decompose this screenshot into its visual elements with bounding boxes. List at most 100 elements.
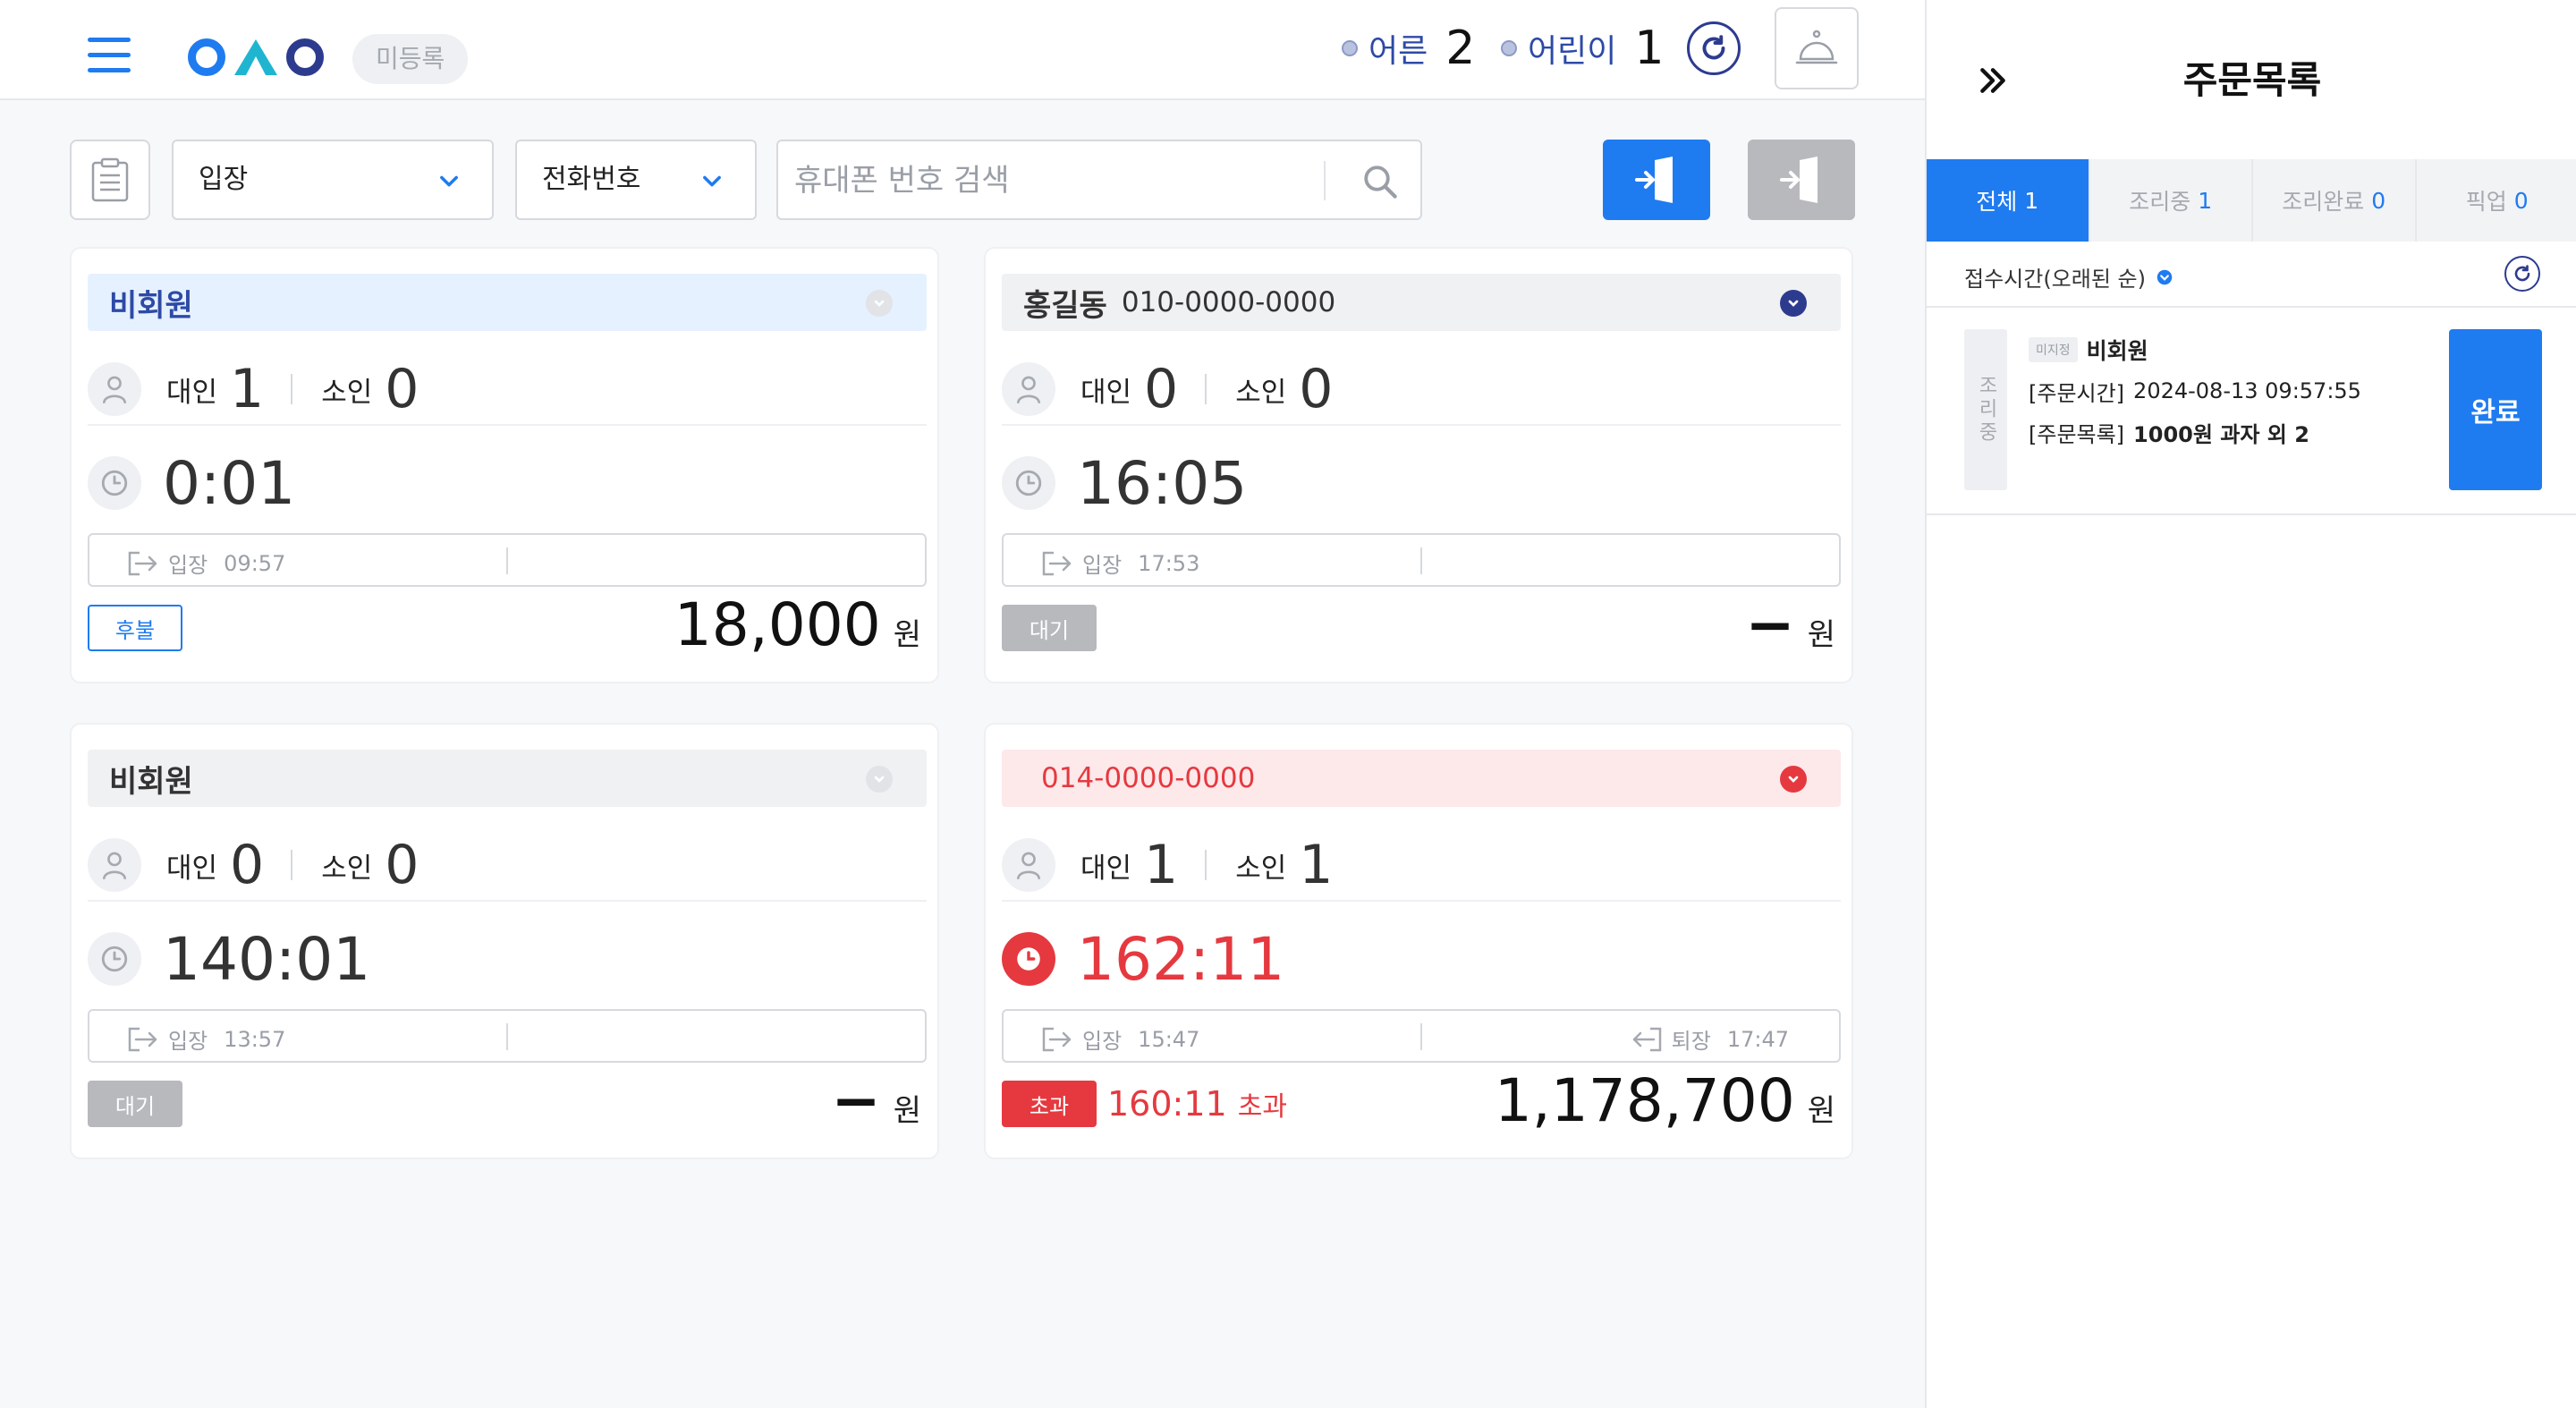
people-row: 대인 1 소인 1 bbox=[1002, 830, 1841, 902]
child-count: 1 bbox=[1299, 834, 1334, 896]
adult-label: 대인 bbox=[1080, 376, 1132, 409]
amount: 1,178,700 원 bbox=[1495, 1066, 1835, 1135]
chevron-down-icon[interactable] bbox=[866, 290, 893, 317]
refresh-button[interactable] bbox=[1687, 21, 1741, 75]
unregistered-badge[interactable]: 미등록 bbox=[352, 34, 469, 84]
phone-search-box bbox=[776, 140, 1422, 220]
complete-button[interactable]: 완료 bbox=[2449, 329, 2542, 490]
visitor-card[interactable]: 비회원 대인 0 소인 0 140:01 입장 13:57 대기 − 원 bbox=[70, 723, 939, 1159]
chevron-down-icon[interactable] bbox=[866, 766, 893, 793]
tab-count: 1 bbox=[2198, 187, 2213, 214]
order-time: 2024-08-13 09:57:55 bbox=[2133, 378, 2361, 403]
order-state-badge: 조리중 bbox=[1964, 329, 2007, 490]
status-badge: 대기 bbox=[1002, 605, 1097, 651]
sort-select[interactable]: 접수시간(오래된 순) bbox=[1964, 261, 2173, 293]
adult-label: 대인 bbox=[1080, 852, 1132, 885]
refresh-icon bbox=[1702, 35, 1725, 60]
status-badge: 후불 bbox=[88, 605, 182, 651]
currency-label: 원 bbox=[893, 1093, 921, 1129]
child-label: 소인 bbox=[1235, 852, 1287, 885]
currency-label: 원 bbox=[1807, 1093, 1835, 1129]
check-in-button[interactable] bbox=[1603, 140, 1710, 220]
search-type-select[interactable]: 전화번호 bbox=[515, 140, 757, 220]
filter-select[interactable]: 입장 bbox=[172, 140, 494, 220]
entry-exit-box: 입장 09:57 bbox=[88, 533, 927, 587]
card-title: 비회원 bbox=[109, 763, 193, 800]
tab-cooked[interactable]: 조리완료 0 bbox=[2253, 159, 2417, 242]
adult-count: 0 bbox=[1144, 358, 1179, 420]
order-tabs: 전체 1 조리중 1 조리완료 0 픽업 0 bbox=[1927, 159, 2576, 242]
tab-label: 조리중 bbox=[2129, 189, 2191, 215]
menu-icon[interactable] bbox=[88, 38, 131, 73]
filter-select-value: 입장 bbox=[199, 164, 249, 195]
tab-cooking[interactable]: 조리중 1 bbox=[2090, 159, 2253, 242]
search-type-select-value: 전화번호 bbox=[542, 164, 641, 195]
child-label: 소인 bbox=[321, 376, 373, 409]
elapsed-row: 140:01 bbox=[88, 923, 927, 995]
tab-pickup[interactable]: 픽업 0 bbox=[2417, 159, 2576, 242]
elapsed-time: 140:01 bbox=[163, 924, 371, 994]
door-exit-icon bbox=[1780, 157, 1818, 203]
clock-icon bbox=[88, 456, 141, 510]
bell-icon bbox=[1795, 30, 1838, 64]
entry-exit-box: 입장 13:57 bbox=[88, 1009, 927, 1063]
search-icon[interactable] bbox=[1361, 163, 1399, 200]
tab-label: 픽업 bbox=[2465, 189, 2507, 215]
chevron-down-icon[interactable] bbox=[1780, 766, 1807, 793]
amount-value: − bbox=[1745, 590, 1795, 659]
child-count: 0 bbox=[1299, 358, 1334, 420]
child-count: 0 bbox=[385, 834, 419, 896]
elapsed-time: 162:11 bbox=[1077, 924, 1285, 994]
people-row: 대인 0 소인 0 bbox=[1002, 354, 1841, 426]
tab-label: 조리완료 bbox=[2282, 189, 2365, 215]
card-phone: 010-0000-0000 bbox=[1121, 286, 1336, 318]
elapsed-time: 0:01 bbox=[163, 448, 296, 518]
card-header: 비회원 bbox=[88, 750, 927, 807]
overtime-value: 160:11 bbox=[1107, 1084, 1227, 1124]
elapsed-row: 0:01 bbox=[88, 447, 927, 519]
person-icon bbox=[88, 362, 141, 416]
check-out-button[interactable] bbox=[1748, 140, 1855, 220]
order-customer: 비회원 bbox=[2086, 338, 2148, 364]
amount: − 원 bbox=[831, 1066, 921, 1135]
child-label: 소인 bbox=[321, 852, 373, 885]
top-header: 미등록 어른 2 어린이 1 bbox=[0, 0, 1925, 100]
currency-label: 원 bbox=[893, 617, 921, 653]
visitor-card[interactable]: 014-0000-0000 대인 1 소인 1 162:11 입장 15:47 … bbox=[984, 723, 1853, 1159]
child-label: 소인 bbox=[1235, 376, 1287, 409]
child-count: 0 bbox=[385, 358, 419, 420]
visitor-card[interactable]: 비회원 대인 1 소인 0 0:01 입장 09:57 후불 18,000 원 bbox=[70, 247, 939, 683]
adult-count: 0 bbox=[230, 834, 265, 896]
exit-icon bbox=[1632, 1027, 1661, 1051]
order-details: 미지정 비회원 [주문시간] 2024-08-13 09:57:55 [주문목록… bbox=[2029, 329, 2422, 453]
door-enter-icon bbox=[1635, 157, 1673, 203]
entry-label: 입장 bbox=[168, 1029, 208, 1054]
enter-icon bbox=[1042, 1027, 1072, 1051]
call-bell-button[interactable] bbox=[1775, 7, 1859, 89]
tab-label: 전체 bbox=[1976, 189, 2018, 215]
tab-all[interactable]: 전체 1 bbox=[1927, 159, 2090, 242]
currency-label: 원 bbox=[1807, 617, 1835, 653]
adult-count: 1 bbox=[1144, 834, 1179, 896]
entry-exit-box: 입장 15:47 퇴장 17:47 bbox=[1002, 1009, 1841, 1063]
chevron-down-icon[interactable] bbox=[1780, 290, 1807, 317]
order-refresh-button[interactable] bbox=[2504, 256, 2540, 292]
exit-label: 퇴장 bbox=[1671, 1029, 1711, 1054]
person-icon bbox=[1002, 362, 1055, 416]
order-item[interactable]: 조리중 미지정 비회원 [주문시간] 2024-08-13 09:57:55 [… bbox=[1927, 310, 2576, 515]
amount: − 원 bbox=[1745, 590, 1835, 659]
phone-search-input[interactable] bbox=[794, 157, 1340, 204]
people-row: 대인 0 소인 0 bbox=[88, 830, 927, 902]
elapsed-row: 162:11 bbox=[1002, 923, 1841, 995]
child-dot-icon bbox=[1501, 40, 1517, 56]
entry-label: 입장 bbox=[168, 553, 208, 578]
tab-count: 0 bbox=[2513, 187, 2529, 214]
child-label: 어린이 bbox=[1528, 33, 1617, 70]
elapsed-time: 16:05 bbox=[1077, 448, 1248, 518]
calendar-button[interactable] bbox=[70, 140, 150, 220]
card-title: 비회원 bbox=[109, 287, 193, 324]
card-header: 홍길동 010-0000-0000 bbox=[1002, 274, 1841, 331]
entry-exit-box: 입장 17:53 bbox=[1002, 533, 1841, 587]
card-title: 014-0000-0000 bbox=[1041, 762, 1256, 794]
visitor-card[interactable]: 홍길동 010-0000-0000 대인 0 소인 0 16:05 입장 17:… bbox=[984, 247, 1853, 683]
